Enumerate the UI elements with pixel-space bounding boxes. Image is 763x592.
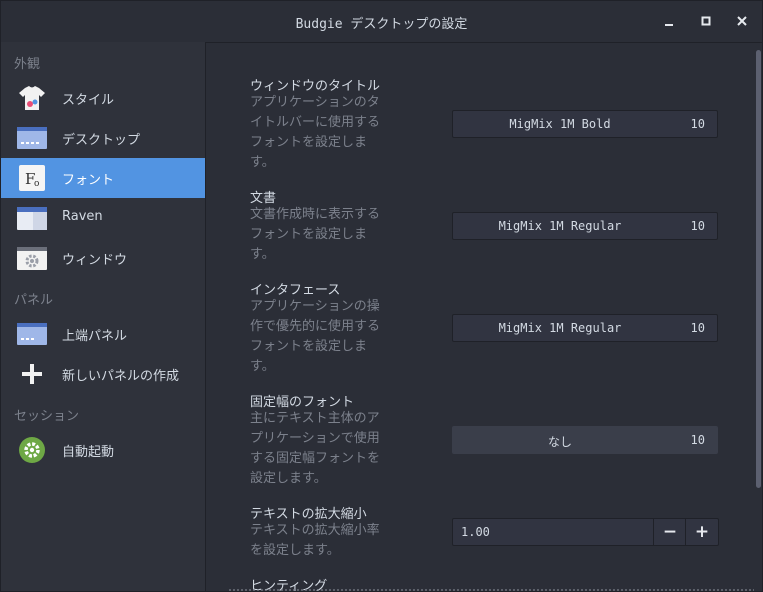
font-size: 10 (690, 117, 705, 131)
desc-line: フォントを設定しま (250, 227, 368, 242)
sidebar-item-style[interactable]: スタイル (1, 78, 205, 118)
panel-icon (17, 320, 47, 348)
font-size: 10 (690, 219, 705, 233)
desc-line: する固定幅フォントを (250, 451, 381, 466)
font-size: 10 (690, 321, 705, 335)
setting-description: 主にテキスト主体のア プリケーションで使用 する固定幅フォントを 設定します。 (250, 409, 386, 489)
section-appearance: 外観 (14, 57, 41, 72)
setting-title: ウィンドウのタイトル (250, 79, 381, 94)
desc-line: す。 (250, 359, 275, 374)
section-panels: パネル (14, 293, 54, 308)
font-name: MigMix 1M Bold (509, 117, 611, 131)
sidebar-item-label: 自動起動 (62, 445, 115, 460)
font-name: MigMix 1M Regular (498, 321, 622, 335)
sidebar-item-label: 新しいパネルの作成 (62, 369, 180, 384)
sidebar-item-label: スタイル (62, 93, 115, 108)
sidebar-item-desktop[interactable]: デスクトップ (1, 118, 205, 158)
close-icon[interactable] (733, 12, 751, 30)
sidebar-item-label: フォント (62, 173, 115, 188)
sidebar-item-top-panel[interactable]: 上端パネル (1, 314, 205, 354)
scrollbar[interactable] (756, 50, 761, 488)
sidebar-item-label: Raven (62, 209, 103, 224)
interface-font-button[interactable]: MigMix 1M Regular 10 (452, 314, 718, 342)
desktop-icon (17, 124, 47, 152)
sidebar-item-label: ウィンドウ (62, 253, 128, 268)
desc-line: 設定します。 (250, 471, 327, 486)
setting-title: 文書 (250, 191, 277, 206)
decrease-button[interactable]: − (653, 519, 686, 545)
desc-line: アプリケーションの操 (250, 299, 380, 314)
tshirt-icon (17, 84, 47, 112)
text-scaling-spinbutton[interactable]: 1.00 − + (452, 518, 719, 546)
text-scaling-value[interactable]: 1.00 (461, 525, 490, 539)
monospace-font-button[interactable]: なし 10 (452, 426, 718, 454)
maximize-icon[interactable] (697, 12, 715, 30)
setting-title: 固定幅のフォント (250, 395, 355, 410)
sidebar: 外観 スタイル デスクトップ Fo フォント Raven ウィンドウ パネル 上… (1, 42, 206, 591)
desc-line: す。 (250, 247, 275, 262)
setting-description: アプリケーションのタ イトルバーに使用する フォントを設定しま す。 (250, 93, 386, 173)
window-title: Budgie デスクトップの設定 (295, 17, 468, 32)
desc-line: 主にテキスト主体のア (250, 411, 380, 426)
sidebar-item-autostart[interactable]: 自動起動 (1, 430, 205, 470)
desc-line: を設定します。 (250, 543, 340, 558)
sidebar-item-new-panel[interactable]: 新しいパネルの作成 (1, 354, 205, 394)
plus-icon (17, 360, 47, 388)
sidebar-item-raven[interactable]: Raven (1, 198, 205, 238)
desc-line: アプリケーションのタ (250, 95, 380, 110)
desc-line: 文書作成時に表示する (250, 207, 381, 222)
font-name: なし (547, 435, 572, 449)
autostart-gear-icon (17, 436, 47, 464)
desc-line: テキストの拡大縮小率 (250, 523, 380, 538)
minimize-icon[interactable] (660, 12, 678, 30)
desc-line: イトルバーに使用する (250, 115, 381, 130)
sidebar-item-label: デスクトップ (62, 133, 141, 148)
font-size: 10 (690, 433, 705, 447)
document-font-button[interactable]: MigMix 1M Regular 10 (452, 212, 718, 240)
titlebar[interactable]: Budgie デスクトップの設定 (1, 1, 762, 43)
raven-icon (17, 204, 47, 232)
desc-line: フォントを設定しま (250, 339, 368, 354)
setting-description: アプリケーションの操 作で優先的に使用する フォントを設定しま す。 (250, 297, 386, 377)
sidebar-item-window[interactable]: ウィンドウ (1, 238, 205, 278)
sidebar-item-fonts[interactable]: Fo フォント (1, 158, 205, 198)
sidebar-item-label: 上端パネル (62, 329, 128, 344)
setting-description: テキストの拡大縮小率 を設定します。 (250, 521, 386, 561)
scroll-overflow-indicator (229, 589, 754, 591)
setting-title: インタフェース (250, 283, 341, 298)
font-name: MigMix 1M Regular (498, 219, 622, 233)
fonts-settings-panel: ウィンドウのタイトル アプリケーションのタ イトルバーに使用する フォントを設定… (206, 42, 752, 591)
setting-description: 文書作成時に表示する フォントを設定しま す。 (250, 205, 386, 265)
window-gear-icon (17, 244, 47, 272)
desc-line: す。 (250, 155, 275, 170)
svg-text:o: o (34, 179, 39, 189)
desc-line: フォントを設定しま (250, 135, 368, 150)
setting-title: テキストの拡大縮小 (250, 507, 367, 522)
settings-window: Budgie デスクトップの設定 外観 スタイル デスクトップ Fo フォント … (0, 0, 763, 592)
section-session: セッション (14, 409, 80, 424)
desc-line: 作で優先的に使用する (250, 319, 381, 334)
increase-button[interactable]: + (685, 519, 718, 545)
font-icon: Fo (17, 164, 47, 192)
desc-line: プリケーションで使用 (250, 431, 380, 446)
window-title-font-button[interactable]: MigMix 1M Bold 10 (452, 110, 718, 138)
